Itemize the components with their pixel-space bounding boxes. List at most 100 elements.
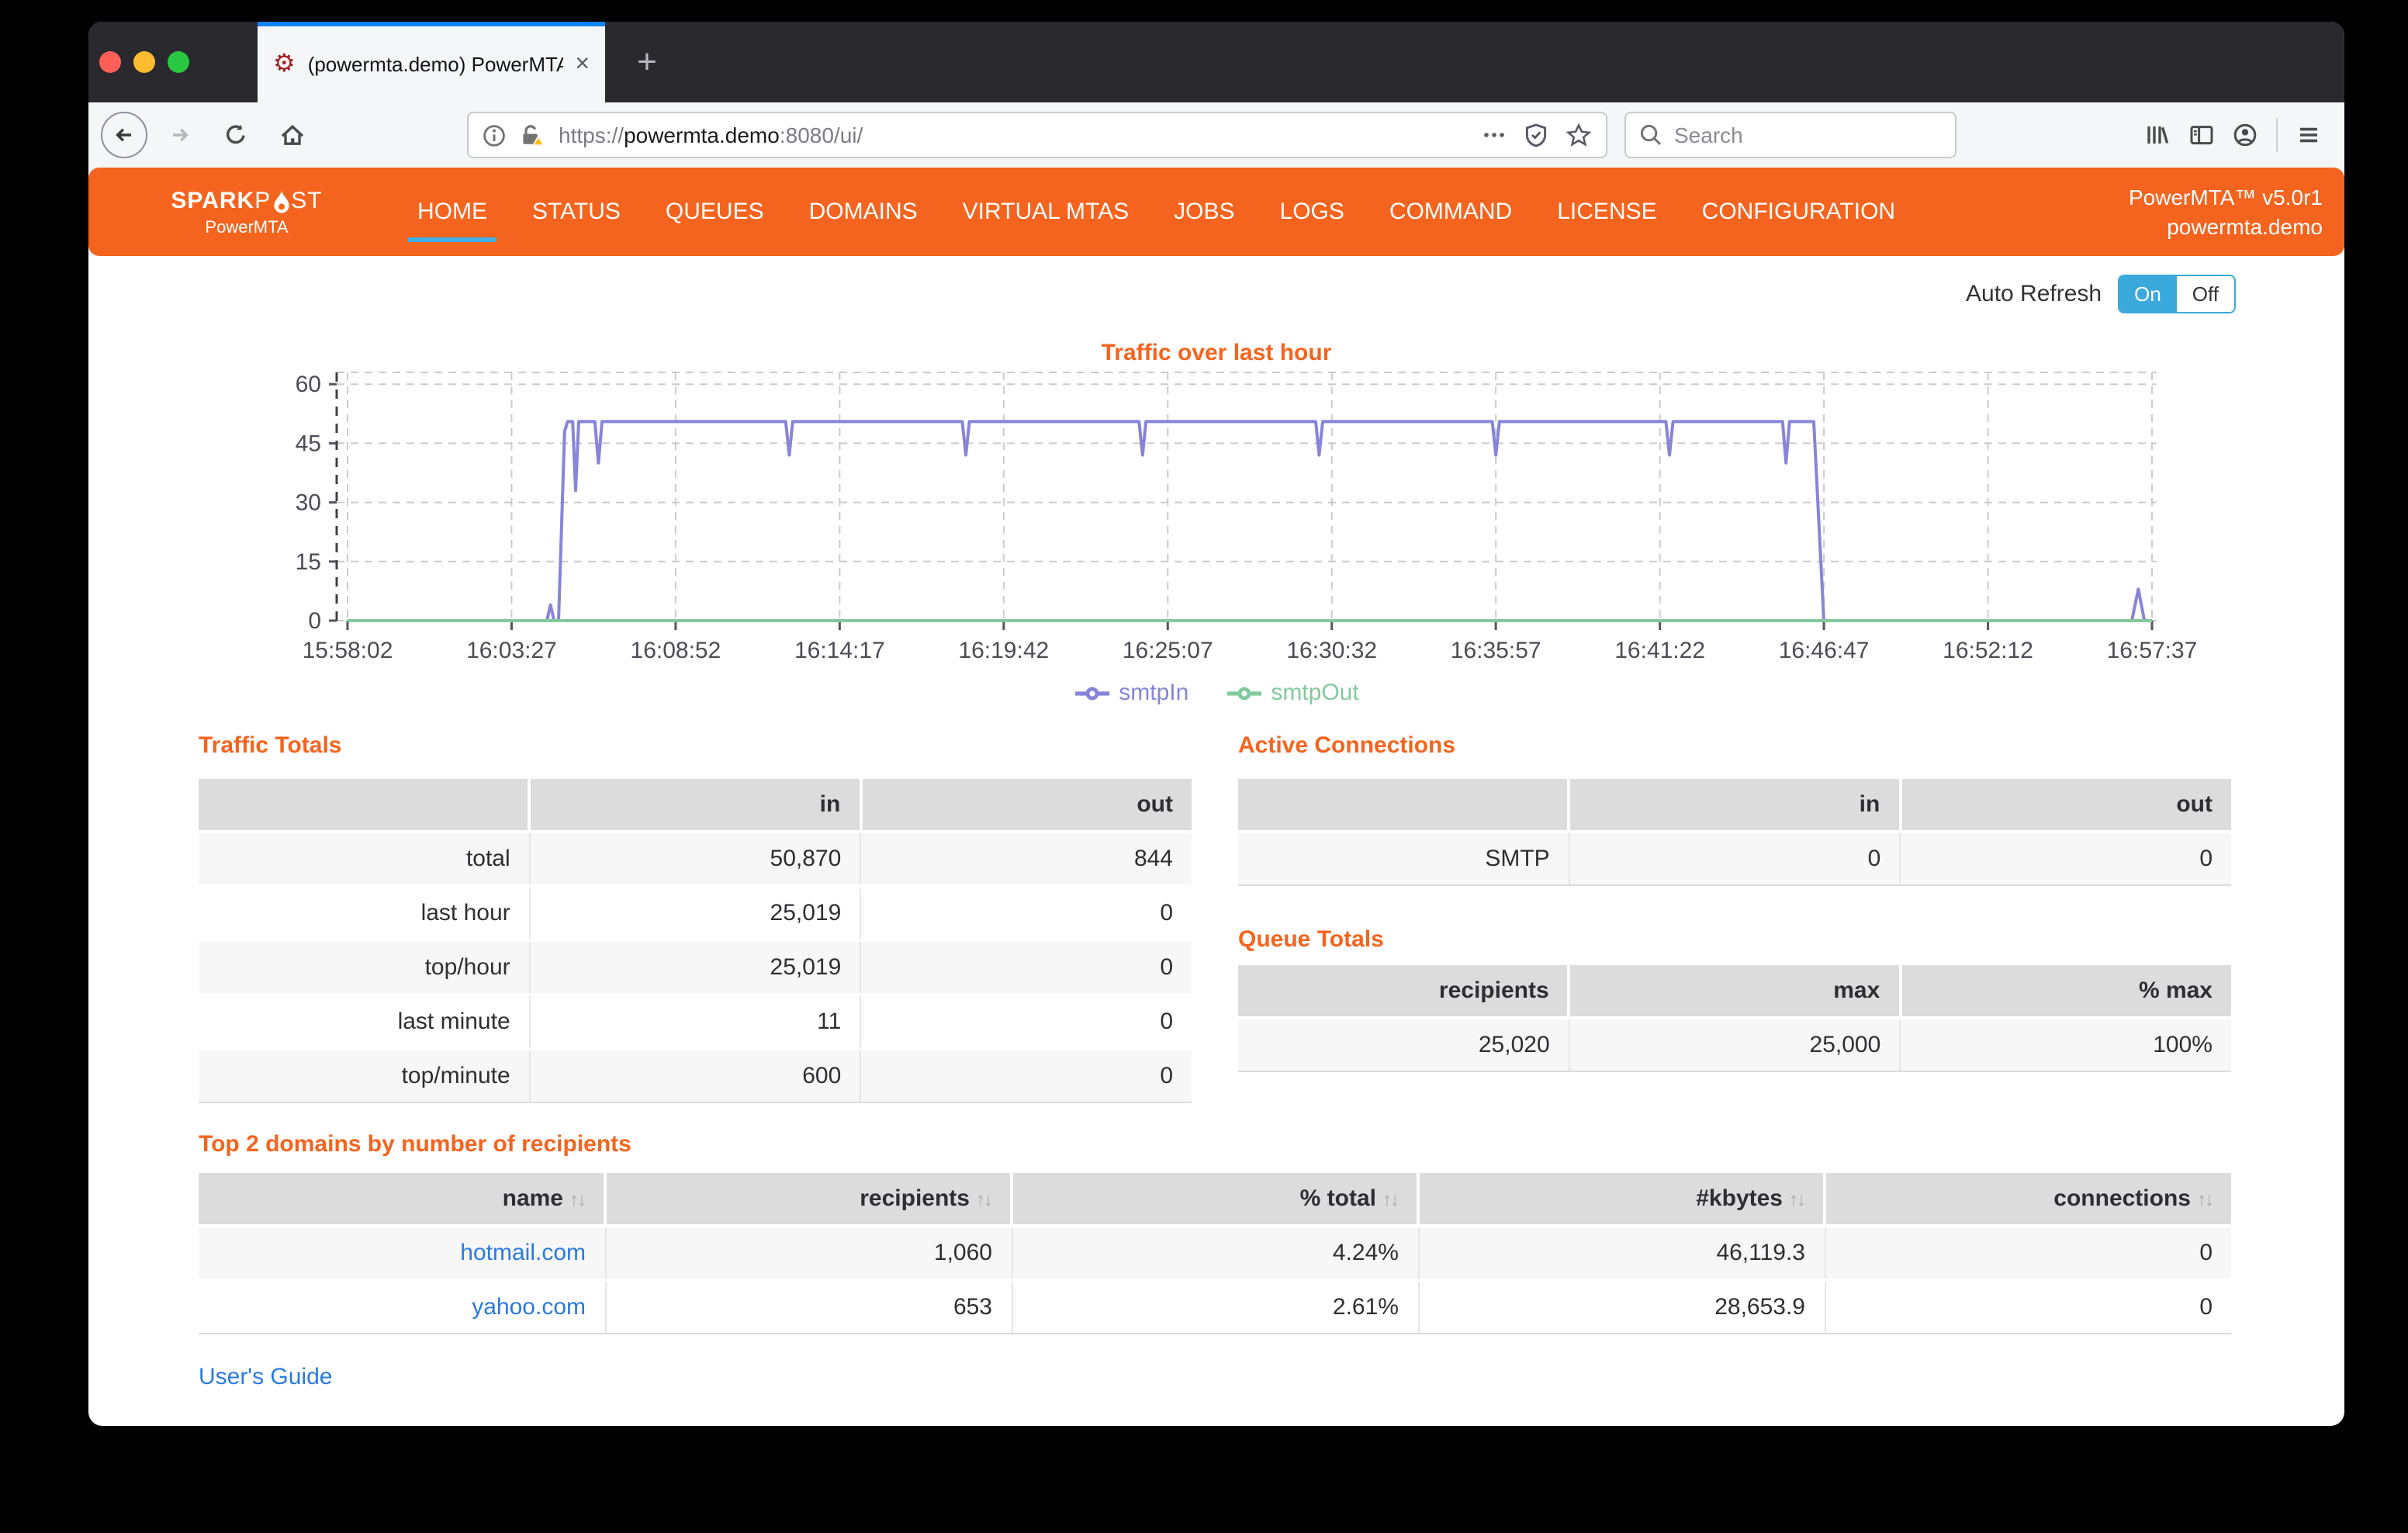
nav-item-virtual-mtas[interactable]: VIRTUAL MTAS — [963, 199, 1130, 225]
library-icon[interactable] — [2144, 123, 2171, 147]
column-header-in: in — [530, 779, 861, 832]
nav-item-home[interactable]: HOME — [417, 199, 487, 225]
svg-text:60: 60 — [296, 372, 321, 397]
top-domains-title: Top 2 domains by number of recipients — [199, 1131, 631, 1158]
account-icon[interactable] — [2233, 123, 2258, 147]
chart-legend: smtpIn smtpOut — [88, 680, 2344, 706]
legend-item-smtpout[interactable]: smtpOut — [1226, 680, 1358, 706]
column-header-blank — [199, 779, 530, 832]
navbar-info: PowerMTA™ v5.0r1 powermta.demo — [2129, 182, 2323, 241]
queue-totals-table: recipients max % max 25,02025,000100% — [1238, 965, 2231, 1072]
queue-totals-title: Queue Totals — [1238, 926, 1384, 953]
svg-text:16:35:57: 16:35:57 — [1451, 638, 1541, 663]
sort-icon[interactable]: ↑↓ — [1382, 1189, 1398, 1210]
search-input[interactable] — [1674, 123, 1907, 147]
domain-link[interactable]: yahoo.com — [472, 1294, 586, 1320]
table-row: total50,870844 — [199, 832, 1192, 886]
logo-spark-text: SPARK — [171, 187, 254, 213]
new-tab-button[interactable]: + — [624, 39, 670, 85]
close-window-button[interactable] — [99, 51, 121, 73]
auto-refresh-off-button[interactable]: Off — [2177, 276, 2234, 312]
bookmark-star-icon[interactable] — [1566, 123, 1592, 147]
minimize-window-button[interactable] — [133, 51, 155, 73]
legend-item-smtpin[interactable]: smtpIn — [1074, 680, 1188, 706]
column-header-name[interactable]: name↑↓ — [199, 1173, 605, 1226]
back-arrow-icon — [112, 123, 137, 147]
menu-hamburger-icon[interactable] — [2296, 123, 2321, 147]
column-label: #kbytes — [1696, 1185, 1783, 1212]
column-label: connections — [2053, 1185, 2191, 1212]
browser-tab[interactable]: ⚙ (powermta.demo) PowerMTA W × — [258, 22, 605, 102]
home-button[interactable] — [268, 112, 315, 158]
sort-icon[interactable]: ↑↓ — [976, 1189, 991, 1210]
table-row: last minute110 — [199, 995, 1192, 1049]
nav-item-queues[interactable]: QUEUES — [666, 199, 764, 225]
column-header-blank — [1238, 779, 1569, 832]
search-bar[interactable] — [1624, 112, 1956, 158]
sort-icon[interactable]: ↑↓ — [569, 1189, 585, 1210]
page-actions-icon[interactable] — [1482, 123, 1507, 147]
svg-text:16:30:32: 16:30:32 — [1286, 638, 1377, 663]
value-in: 0 — [1569, 832, 1901, 885]
row-label: last minute — [199, 995, 530, 1049]
legend-label-smtpin: smtpIn — [1119, 680, 1188, 706]
nav-item-command[interactable]: COMMAND — [1389, 199, 1512, 225]
sparkpost-logo: SPARKPST PowerMTA — [144, 187, 349, 237]
url-path: :8080/ui/ — [780, 123, 863, 147]
sort-icon[interactable]: ↑↓ — [1789, 1189, 1804, 1210]
row-label: top/hour — [199, 940, 530, 995]
value-in: 25,019 — [530, 886, 861, 940]
domain-name-cell: hotmail.com — [199, 1226, 605, 1280]
column-header-recipients: recipients — [1238, 965, 1569, 1018]
column-header-connections[interactable]: connections ↑↓ — [1825, 1173, 2231, 1226]
value-out: 0 — [860, 1049, 1192, 1102]
flame-icon — [272, 190, 289, 213]
sidebar-toggle-icon[interactable] — [2189, 123, 2214, 147]
svg-text:15:58:02: 15:58:02 — [303, 638, 393, 663]
value-out: 0 — [860, 995, 1192, 1049]
row-label: SMTP — [1238, 832, 1569, 885]
save-to-pocket-shield-icon[interactable] — [1524, 123, 1548, 147]
close-tab-icon[interactable]: × — [575, 52, 590, 77]
table-row: 25,02025,000100% — [1238, 1018, 2231, 1071]
nav-item-license[interactable]: LICENSE — [1557, 199, 1656, 225]
url-bar[interactable]: https://powermta.demo:8080/ui/ — [467, 112, 1607, 158]
value-pct-total: 2.61% — [1012, 1280, 1418, 1334]
forward-arrow-icon — [168, 123, 192, 147]
active-connections-table: in out SMTP00 — [1238, 779, 2231, 886]
tab-title: (powermta.demo) PowerMTA W — [308, 53, 563, 76]
nav-item-logs[interactable]: LOGS — [1280, 199, 1344, 225]
value-in: 50,870 — [530, 832, 861, 886]
value-in: 11 — [530, 995, 861, 1049]
smtpout-marker-icon — [1226, 685, 1263, 701]
domain-link[interactable]: hotmail.com — [460, 1240, 586, 1266]
zoom-window-button[interactable] — [168, 51, 189, 73]
page-info-icon[interactable] — [483, 123, 506, 147]
svg-text:15: 15 — [296, 549, 321, 575]
nav-item-domains[interactable]: DOMAINS — [809, 199, 918, 225]
nav-item-status[interactable]: STATUS — [532, 199, 621, 225]
header-row: in out — [1238, 779, 2231, 832]
column-header-recipients[interactable]: recipients ↑↓ — [605, 1173, 1012, 1226]
column-label: recipients — [860, 1185, 970, 1212]
url-text: https://powermta.demo:8080/ui/ — [559, 123, 863, 147]
table-row: yahoo.com 653 2.61% 28,653.9 0 — [199, 1280, 2231, 1334]
header-row: recipients max % max — [1238, 965, 2231, 1018]
insecure-lock-warning-icon[interactable] — [518, 123, 546, 147]
forward-button[interactable] — [157, 112, 203, 158]
reload-icon — [223, 123, 248, 147]
column-header-kbytes[interactable]: #kbytes ↑↓ — [1418, 1173, 1825, 1226]
users-guide-link[interactable]: User's Guide — [199, 1364, 332, 1390]
value-connections: 0 — [1825, 1280, 2231, 1334]
nav-item-configuration[interactable]: CONFIGURATION — [1702, 199, 1895, 225]
nav-item-jobs[interactable]: JOBS — [1174, 199, 1234, 225]
browser-window: ⚙ (powermta.demo) PowerMTA W × + https:/… — [88, 22, 2344, 1426]
logo-p-text: P — [254, 187, 271, 213]
reload-button[interactable] — [213, 112, 259, 158]
back-button[interactable] — [101, 112, 147, 158]
column-header-pct-total[interactable]: % total↑↓ — [1012, 1173, 1418, 1226]
auto-refresh-on-button[interactable]: On — [2119, 276, 2177, 312]
search-icon — [1638, 123, 1663, 147]
value-pct-max: 100% — [1900, 1018, 2231, 1071]
sort-icon[interactable]: ↑↓ — [2197, 1189, 2213, 1210]
